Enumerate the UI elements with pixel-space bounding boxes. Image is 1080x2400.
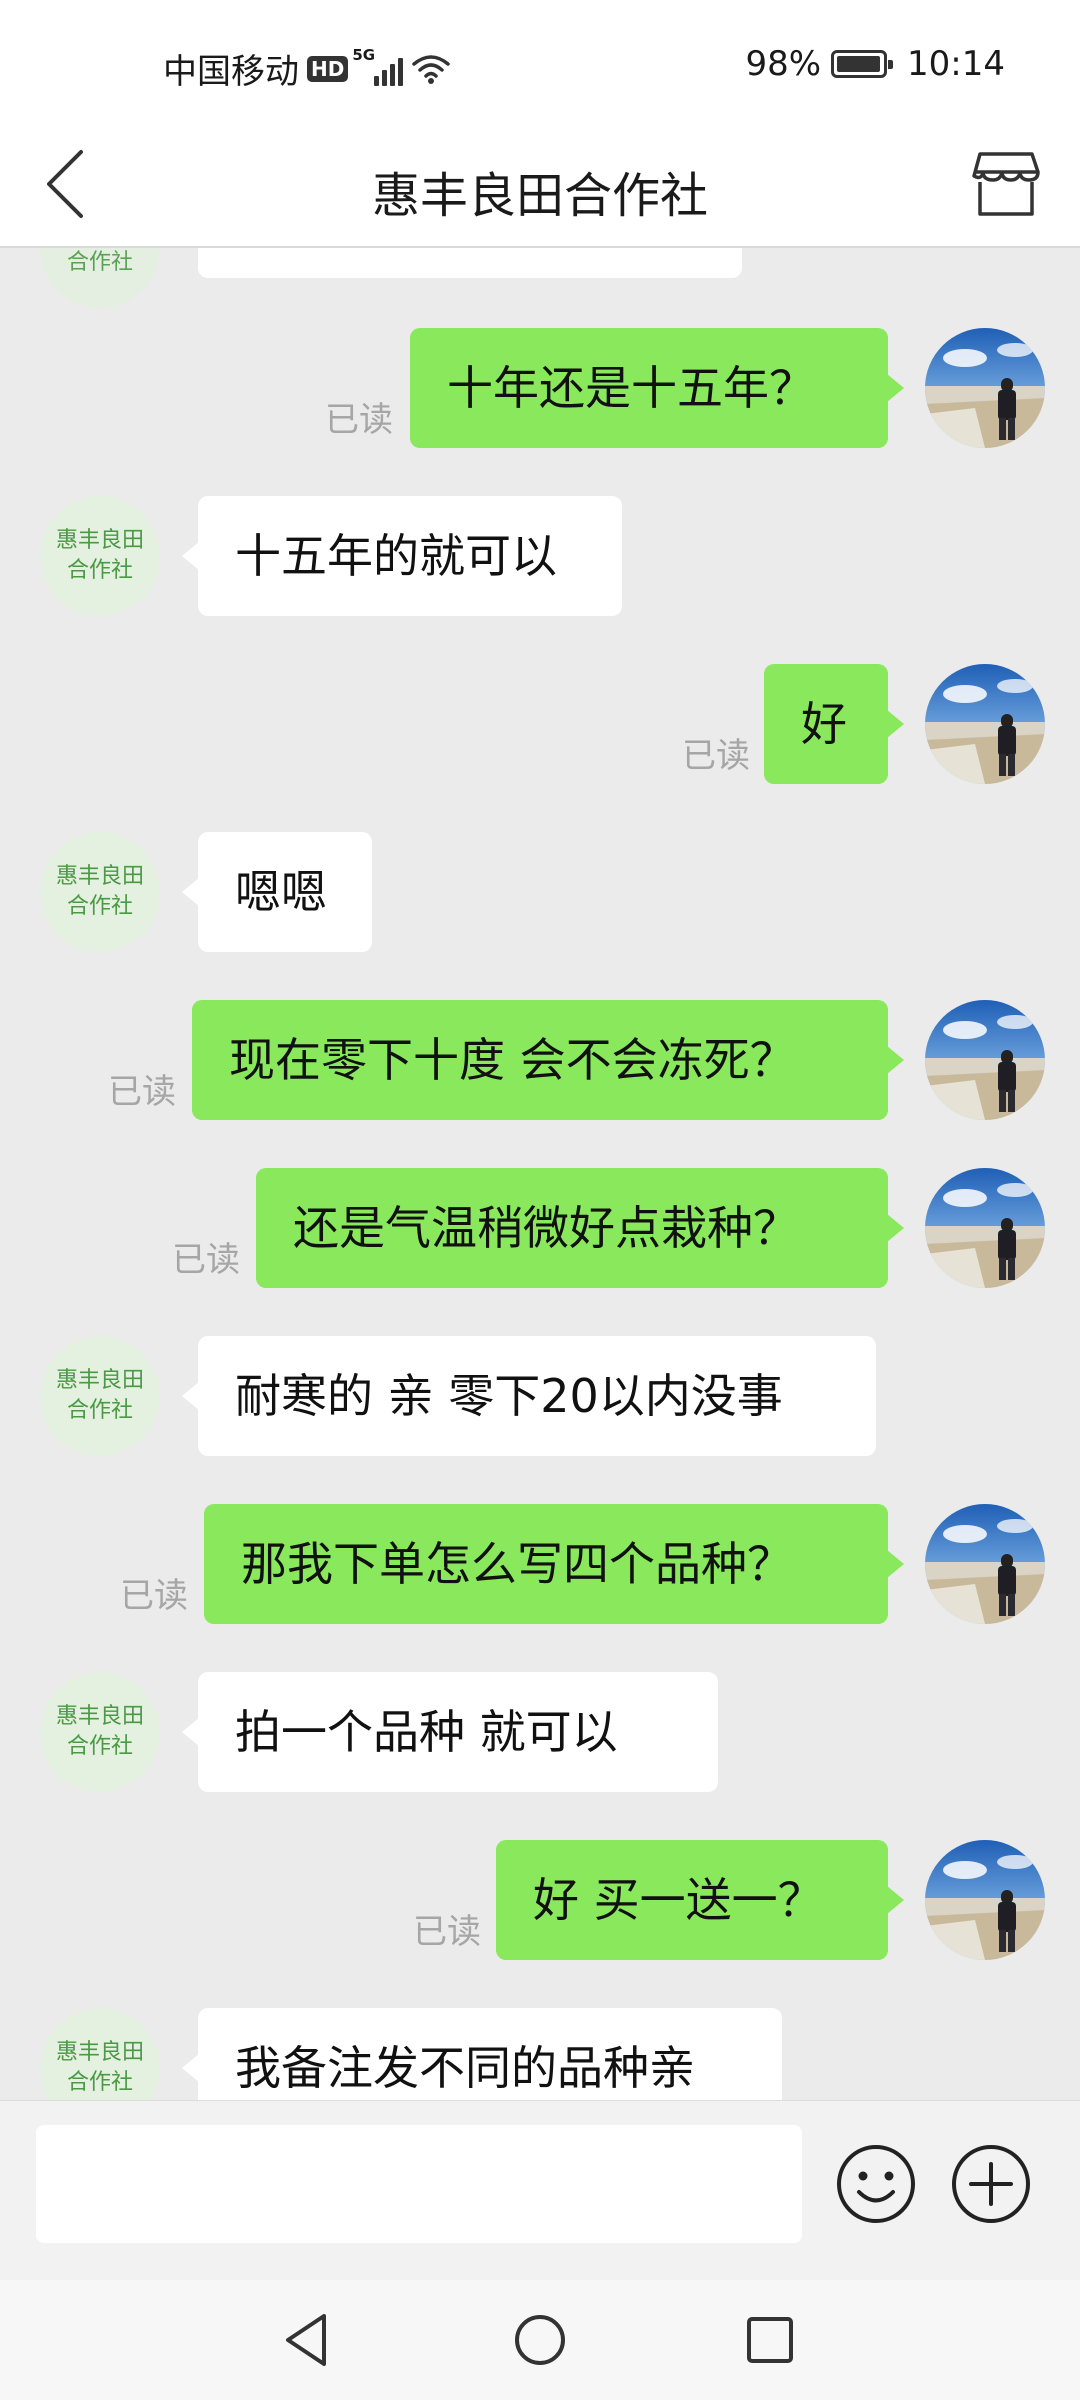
store-icon <box>972 152 1040 216</box>
message-row-sent: 现在零下十度 会不会冻死？ 已读 <box>0 1000 1080 1120</box>
shop-avatar-line1: 惠丰良田 <box>55 1368 144 1393</box>
system-navigation-bar <box>0 2280 1080 2400</box>
received-message-bubble[interactable]: 拍一个品种 就可以 <box>182 1672 718 1792</box>
sent-message-bubble[interactable]: 十年还是十五年？ <box>410 328 904 448</box>
sent-message-bubble[interactable]: 现在零下十度 会不会冻死？ <box>192 1000 904 1120</box>
shop-avatar-line1: 惠丰良田 <box>55 528 144 553</box>
user-avatar[interactable] <box>925 1168 1045 1288</box>
received-message-bubble[interactable]: 耐寒的 亲 零下20以内没事 <box>182 1336 876 1456</box>
message-row-sent: 十年还是十五年？ 已读 <box>0 328 1080 448</box>
shop-avatar[interactable]: 惠丰良田 合作社 <box>40 496 160 616</box>
shop-avatar[interactable]: 惠丰良田 合作社 <box>40 1336 160 1456</box>
carrier-name: 中国移动 <box>163 52 299 92</box>
status-right: 98% 10:14 <box>745 44 1005 84</box>
read-receipt: 已读 <box>682 736 750 776</box>
status-bar: 中国移动 HD 5G 98% 10:14 <box>0 0 1080 120</box>
received-message-bubble[interactable]: 我备注发不同的品种亲 <box>182 2008 782 2100</box>
shop-avatar-line1: 惠丰良田 <box>55 1704 144 1729</box>
triangle-back-icon <box>286 2314 326 2366</box>
read-receipt: 已读 <box>413 1912 481 1952</box>
user-avatar[interactable] <box>925 1000 1045 1120</box>
sent-message-bubble[interactable]: 好 买一送一？ <box>496 1840 904 1960</box>
sent-message-bubble[interactable]: 好 <box>764 664 904 784</box>
shop-avatar-partial: 惠丰良田合作社 <box>40 248 160 308</box>
read-receipt: 已读 <box>120 1576 188 1616</box>
message-input[interactable] <box>36 2125 802 2243</box>
read-receipt: 已读 <box>108 1072 176 1112</box>
shop-avatar-line1: 惠丰良田 <box>55 864 144 889</box>
battery-percent: 98% <box>745 44 822 84</box>
shop-avatar-line1: 惠丰良田 <box>55 2040 144 2065</box>
message-row-received: 惠丰良田 合作社 嗯嗯 <box>0 832 1080 952</box>
battery-icon <box>831 50 894 78</box>
user-avatar[interactable] <box>925 664 1045 784</box>
emoji-button[interactable] <box>835 2143 917 2225</box>
user-avatar[interactable] <box>925 1504 1045 1624</box>
shop-avatar-line2: 合作社 <box>66 894 133 919</box>
message-list[interactable]: 惠丰良田合作社 十年还是十五年？已读惠丰良田合作社十五年的就可以 好已读惠丰良田… <box>0 248 1080 2100</box>
user-avatar[interactable] <box>925 1840 1045 1960</box>
received-message-bubble[interactable]: 十五年的就可以 <box>182 496 622 616</box>
user-avatar[interactable] <box>925 328 1045 448</box>
shop-avatar-line2: 合作社 <box>66 250 133 275</box>
partial-message-bubble <box>198 248 742 278</box>
shop-avatar-line2: 合作社 <box>66 558 133 583</box>
clock: 10:14 <box>907 44 1005 84</box>
shop-avatar[interactable]: 惠丰良田 合作社 <box>40 1672 160 1792</box>
system-home-button[interactable] <box>508 2308 572 2372</box>
chat-title: 惠丰良田合作社 <box>371 168 708 224</box>
more-button[interactable] <box>950 2143 1032 2225</box>
message-row-sent: 那我下单怎么写四个品种？ 已读 <box>0 1504 1080 1624</box>
store-button[interactable] <box>970 148 1042 220</box>
message-row-sent: 好 买一送一？ 已读 <box>0 1840 1080 1960</box>
shop-avatar-line2: 合作社 <box>66 2070 133 2095</box>
signal-icon: 5G <box>352 46 404 86</box>
square-recents-icon <box>747 2317 793 2363</box>
wifi-icon <box>412 54 451 84</box>
message-row-received: 惠丰良田 合作社 我备注发不同的品种亲 <box>0 2008 1080 2100</box>
network-type: 5G <box>352 45 376 64</box>
shop-avatar-line2: 合作社 <box>66 1398 133 1423</box>
message-row-received: 惠丰良田 合作社 拍一个品种 就可以 <box>0 1672 1080 1792</box>
shop-avatar[interactable]: 惠丰良田 合作社 <box>40 832 160 952</box>
message-row-sent: 还是气温稍微好点栽种？ 已读 <box>0 1168 1080 1288</box>
message-row-received: 惠丰良田 合作社 十五年的就可以 <box>0 496 1080 616</box>
read-receipt: 已读 <box>172 1240 240 1280</box>
circle-home-icon <box>515 2315 565 2365</box>
sent-message-bubble[interactable]: 那我下单怎么写四个品种？ <box>204 1504 904 1624</box>
input-bar <box>0 2100 1080 2280</box>
system-back-button[interactable] <box>276 2308 340 2372</box>
read-receipt: 已读 <box>325 400 393 440</box>
message-row-received: 惠丰良田 合作社 耐寒的 亲 零下20以内没事 <box>0 1336 1080 1456</box>
received-message-bubble[interactable]: 嗯嗯 <box>182 832 372 952</box>
shop-avatar-line2: 合作社 <box>66 1734 133 1759</box>
hd-badge: HD <box>307 55 349 82</box>
message-row-sent: 好已读 <box>0 664 1080 784</box>
plus-circle-icon <box>952 2145 1030 2223</box>
smiley-icon <box>837 2145 915 2223</box>
shop-avatar[interactable]: 惠丰良田 合作社 <box>40 2008 160 2100</box>
system-recents-button[interactable] <box>738 2308 802 2372</box>
sent-message-bubble[interactable]: 还是气温稍微好点栽种？ <box>256 1168 904 1288</box>
carrier-info: 中国移动 HD 5G <box>163 44 451 93</box>
chat-header: 惠丰良田合作社 <box>0 120 1080 248</box>
